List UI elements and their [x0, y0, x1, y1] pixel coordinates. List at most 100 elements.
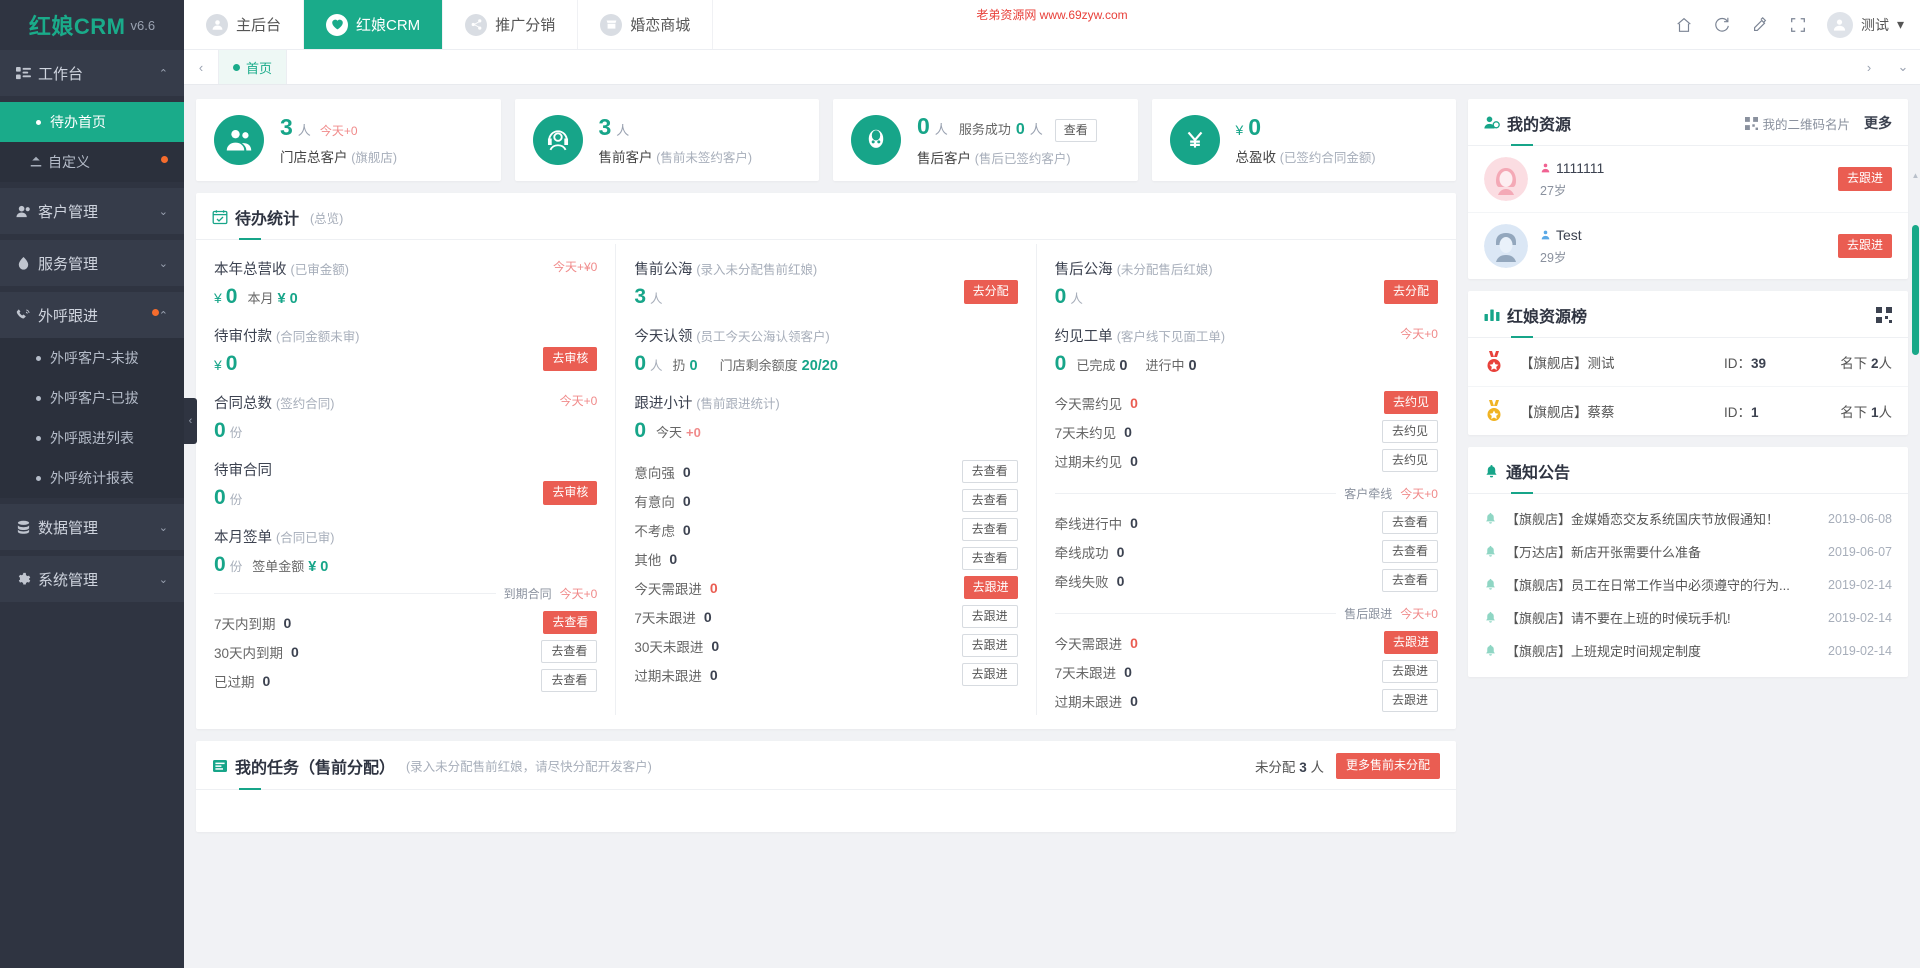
refresh-icon[interactable]	[1713, 16, 1731, 34]
stat-subtitle: (已签约合同金额)	[1279, 151, 1376, 165]
block-mid-value: 0	[689, 358, 698, 374]
go-view-button[interactable]: 去查看	[961, 517, 1018, 542]
go-assign-button[interactable]: 去分配	[963, 280, 1018, 304]
top-tab-crm[interactable]: 红娘CRM	[304, 0, 444, 49]
row-label: 意向强	[634, 465, 675, 481]
go-view-button[interactable]: 去查看	[1381, 510, 1438, 535]
go-follow-button[interactable]: 去跟进	[961, 604, 1018, 629]
watermark-text: 老弟资源网 www.69zyw.com	[976, 8, 1128, 22]
stat-card-total-revenue[interactable]: ¥ 0 总盈收 (已签约合同金额)	[1151, 99, 1456, 181]
tabbar-next-button[interactable]: ›	[1852, 50, 1886, 84]
table-row: 意向强 0 去查看	[634, 457, 1018, 486]
page-tab-home[interactable]: 首页	[218, 50, 288, 84]
panel-title-text: 待办统计	[235, 211, 300, 228]
scrollbar-thumb[interactable]	[1912, 225, 1919, 355]
go-view-button[interactable]: 去查看	[961, 546, 1018, 571]
go-meeting-button[interactable]: 去约见	[1383, 390, 1438, 415]
rank-count-label: 名下	[1840, 356, 1868, 371]
go-follow-button[interactable]: 去跟进	[1381, 688, 1438, 713]
sidebar-item-service-mgmt[interactable]: 服务管理 ⌄	[0, 240, 184, 286]
qr-icon[interactable]	[1876, 307, 1892, 323]
go-assign-button[interactable]: 去分配	[1383, 280, 1438, 304]
sidebar-item-todo-home[interactable]: 待办首页	[0, 102, 184, 142]
go-audit-button[interactable]: 去审核	[543, 347, 598, 371]
fullscreen-icon[interactable]	[1789, 16, 1807, 34]
table-row[interactable]: 【旗舰店】测试 ID：39 名下 2人	[1468, 338, 1908, 387]
rank-count-unit: 人	[1878, 356, 1893, 371]
sidebar-item-outbound-list[interactable]: 外呼跟进列表	[0, 418, 184, 458]
block-subtitle: (未分配售后红娘)	[1116, 263, 1213, 277]
list-item[interactable]: 【旗舰店】上班规定时间规定制度 2019-02-14	[1468, 634, 1908, 667]
active-dot-icon	[233, 63, 240, 71]
panel-header-actions: 未分配 3 人 更多售前未分配	[1255, 753, 1440, 779]
go-follow-button[interactable]: 去跟进	[963, 575, 1018, 600]
sidebar-item-system-mgmt[interactable]: 系统管理 ⌄	[0, 556, 184, 602]
page-scrollbar[interactable]: ▲	[1911, 85, 1920, 968]
sidebar-item-label: 外呼跟进	[38, 307, 99, 325]
tabbar-prev-button[interactable]: ‹	[184, 50, 218, 84]
go-view-button[interactable]: 去查看	[541, 668, 598, 693]
rank-id-label: ID：	[1724, 356, 1751, 371]
go-follow-button[interactable]: 去跟进	[1383, 630, 1438, 655]
my-qrcode-card-link[interactable]: 我的二维码名片	[1745, 114, 1850, 133]
more-unassigned-button[interactable]: 更多售前未分配	[1335, 753, 1440, 779]
view-button[interactable]: 查看	[1054, 119, 1097, 142]
share-icon	[465, 13, 488, 36]
list-item[interactable]: 【旗舰店】请不要在上班的时候玩手机! 2019-02-14	[1468, 601, 1908, 634]
user-icon	[16, 204, 38, 219]
brand-logo[interactable]: 红娘CRM v6.6	[0, 0, 184, 50]
block-corner: 去分配	[1383, 280, 1438, 304]
go-meeting-button[interactable]: 去约见	[1381, 419, 1438, 444]
go-view-button[interactable]: 去查看	[1381, 568, 1438, 593]
user-menu[interactable]: 测试 ▾	[1826, 11, 1904, 38]
go-follow-button[interactable]: 去跟进	[961, 633, 1018, 658]
more-button[interactable]: 更多	[1864, 113, 1892, 133]
divider-expiring-contracts: 到期合同 今天+0	[214, 585, 597, 602]
go-follow-button[interactable]: 去跟进	[1381, 659, 1438, 684]
go-audit-button[interactable]: 去审核	[543, 481, 598, 505]
go-follow-button[interactable]: 去跟进	[1837, 167, 1892, 191]
go-meeting-button[interactable]: 去约见	[1381, 448, 1438, 473]
go-view-button[interactable]: 去查看	[961, 488, 1018, 513]
top-tab-promotion[interactable]: 推广分销	[443, 0, 579, 49]
table-row[interactable]: 【旗舰店】蔡蔡 ID：1 名下 1人	[1468, 387, 1908, 435]
sidebar-item-customer-mgmt[interactable]: 客户管理 ⌄	[0, 188, 184, 234]
sidebar-item-outbound-undialed[interactable]: 外呼客户-未拔	[0, 338, 184, 378]
sidebar-collapse-button[interactable]: ‹	[184, 398, 197, 444]
sidebar-item-outbound-dialed[interactable]: 外呼客户-已拔	[0, 378, 184, 418]
list-item[interactable]: 【旗舰店】金媒婚恋交友系统国庆节放假通知！ 2019-06-08	[1468, 502, 1908, 535]
sidebar-item-outbound-follow[interactable]: 外呼跟进 ⌃	[0, 292, 184, 338]
list-item[interactable]: 【旗舰店】员工在日常工作当中必须遵守的行为... 2019-02-14	[1468, 568, 1908, 601]
go-view-button[interactable]: 去查看	[961, 459, 1018, 484]
stat-card-store-customers[interactable]: 3 人 今天+0 门店总客户 (旗舰店)	[196, 99, 501, 181]
go-view-button[interactable]: 去查看	[1381, 539, 1438, 564]
row-label: 过期未跟进	[1054, 694, 1123, 710]
tabbar-more-button[interactable]: ⌄	[1886, 50, 1920, 84]
sidebar-item-outbound-report[interactable]: 外呼统计报表	[0, 458, 184, 498]
go-view-button[interactable]: 去查看	[543, 610, 598, 635]
notice-date: 2019-06-07	[1828, 544, 1892, 559]
block-year-revenue: 本年总营收 (已审金额) ¥ 0 本月 ¥ 0 今天+¥0	[214, 258, 597, 307]
stat-card-presale-customers[interactable]: 3 人 售前客户 (售前未签约客户)	[514, 99, 819, 181]
scrollbar-up-arrow[interactable]: ▲	[1911, 171, 1920, 180]
home-icon[interactable]	[1675, 16, 1693, 34]
list-item[interactable]: Test 29岁 去跟进	[1468, 213, 1908, 279]
block-subtitle: (售前跟进统计)	[696, 397, 780, 411]
sidebar-item-workbench[interactable]: 工作台 ⌃	[0, 50, 184, 96]
sidebar-item-custom[interactable]: 自定义	[0, 142, 184, 182]
top-tab-label: 主后台	[236, 17, 282, 34]
list-item[interactable]: 1111111 27岁 去跟进	[1468, 146, 1908, 213]
go-follow-button[interactable]: 去跟进	[961, 662, 1018, 687]
sidebar-item-label: 外呼跟进列表	[50, 430, 134, 446]
go-follow-button[interactable]: 去跟进	[1837, 234, 1892, 258]
top-tab-main-backend[interactable]: 主后台	[184, 0, 305, 49]
top-tab-mall[interactable]: 婚恋商城	[578, 0, 714, 49]
todo-column-finance: 本年总营收 (已审金额) ¥ 0 本月 ¥ 0 今天+¥0 待审付款 (合同金额…	[196, 244, 615, 715]
go-view-button[interactable]: 去查看	[541, 639, 598, 664]
list-item[interactable]: 【万达店】新店开张需要什么准备 2019-06-07	[1468, 535, 1908, 568]
stat-card-aftersale-customers[interactable]: 0 人 服务成功 0 人 查看 售后客户 (售后已签约客户)	[833, 99, 1138, 181]
theme-icon[interactable]	[1751, 16, 1769, 34]
sidebar-item-data-mgmt[interactable]: 数据管理 ⌄	[0, 504, 184, 550]
stat-unit: 人	[616, 123, 630, 138]
block-corner: 今天+0	[560, 392, 598, 409]
